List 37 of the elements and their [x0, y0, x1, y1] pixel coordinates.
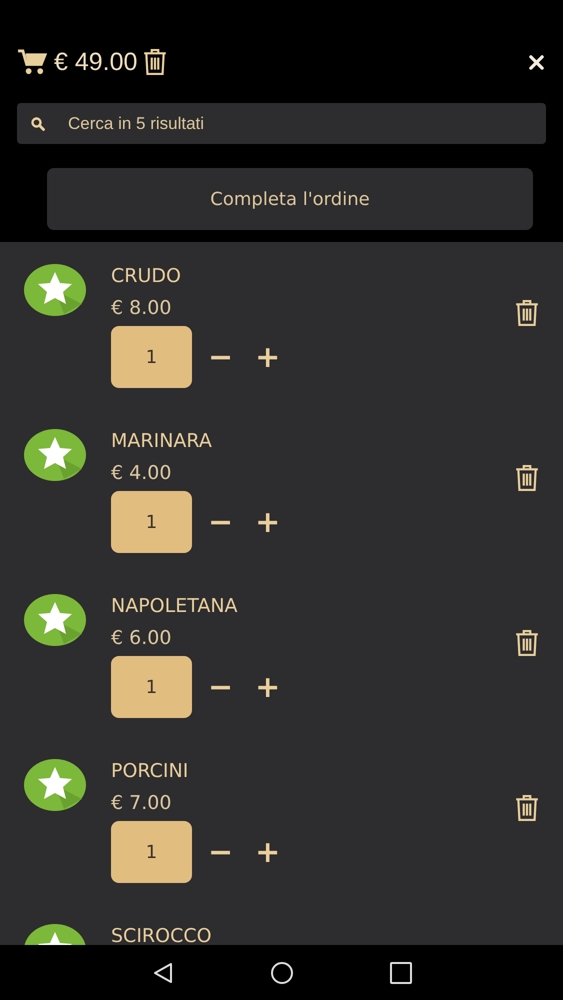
home-icon[interactable]	[270, 960, 294, 984]
item-name: MARINARA	[111, 429, 213, 453]
star-badge-icon	[24, 264, 86, 316]
cart-icon	[17, 48, 48, 76]
trash-icon[interactable]	[515, 630, 539, 656]
decrement-button[interactable]: −	[202, 834, 240, 870]
quantity-field[interactable]: 1	[111, 326, 192, 388]
increment-button[interactable]: +	[249, 834, 286, 870]
trash-icon[interactable]	[515, 465, 539, 491]
trash-icon[interactable]	[515, 795, 539, 821]
star-badge-icon	[24, 759, 86, 811]
recents-icon[interactable]	[388, 960, 412, 984]
item-price: € 8.00	[111, 296, 172, 320]
item-price: € 7.00	[111, 791, 172, 815]
quantity-field[interactable]: 1	[111, 656, 192, 718]
item-name: NAPOLETANA	[111, 594, 239, 618]
star-badge-icon	[24, 429, 86, 481]
quantity-field[interactable]: 1	[111, 491, 192, 553]
search-field[interactable]: Cerca in 5 risultati	[17, 103, 546, 144]
item-name: SCIROCCO	[111, 924, 213, 945]
trash-icon[interactable]	[515, 300, 539, 326]
increment-button[interactable]: +	[249, 504, 286, 540]
decrement-button[interactable]: −	[202, 340, 240, 374]
close-icon[interactable]	[529, 54, 544, 70]
increment-button[interactable]: +	[249, 670, 286, 704]
cart-total: € 49.00	[54, 48, 138, 76]
item-price: € 4.00	[111, 461, 172, 485]
item-name: CRUDO	[111, 264, 182, 288]
quantity-field[interactable]: 1	[111, 821, 192, 883]
trash-icon[interactable]	[143, 49, 168, 75]
item-name: PORCINI	[111, 759, 190, 783]
star-badge-icon	[24, 594, 86, 646]
checkout-button[interactable]: Completa l'ordine	[47, 168, 533, 230]
decrement-button[interactable]: −	[202, 504, 240, 540]
increment-button[interactable]: +	[249, 340, 286, 374]
item-price: € 6.00	[111, 626, 172, 650]
decrement-button[interactable]: −	[202, 670, 240, 704]
